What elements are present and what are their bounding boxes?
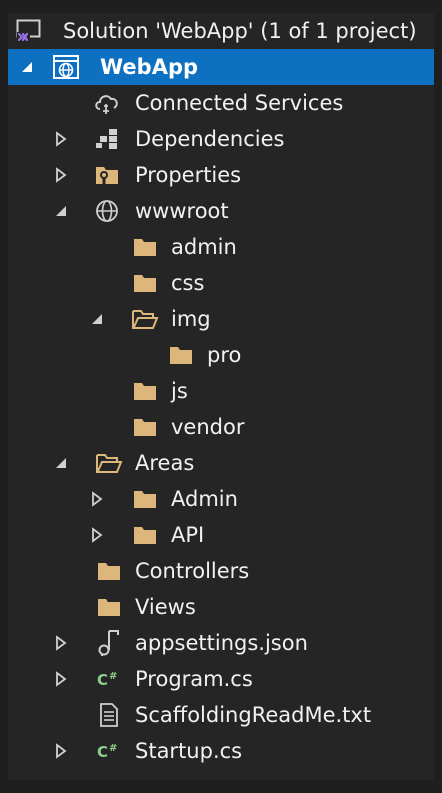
tree-row-pro[interactable]: pro	[8, 337, 434, 373]
controllers-folder-label: Controllers	[135, 559, 250, 583]
expanded-arrow-icon[interactable]	[50, 445, 72, 481]
css-folder-label: css	[171, 271, 205, 295]
solution-icon	[14, 13, 44, 49]
csharp-file-icon: C #	[94, 661, 124, 697]
folder-icon	[130, 481, 160, 517]
tree-row-admin[interactable]: admin	[8, 229, 434, 265]
svg-text:C: C	[97, 671, 108, 689]
collapsed-arrow-icon[interactable]	[50, 733, 72, 769]
api-folder-label: API	[171, 523, 205, 547]
connected-services-icon	[92, 85, 122, 121]
wwwroot-label: wwwroot	[135, 199, 229, 223]
folder-icon	[130, 373, 160, 409]
json-file-icon	[94, 625, 124, 661]
img-folder-label: img	[171, 307, 211, 331]
views-folder-label: Views	[135, 595, 196, 619]
folder-icon	[94, 553, 124, 589]
collapsed-arrow-icon[interactable]	[86, 517, 108, 553]
areas-folder-label: Areas	[135, 451, 195, 475]
folder-icon	[130, 229, 160, 265]
tree-row-project-webapp[interactable]: WebApp	[8, 49, 434, 85]
appsettings-label: appsettings.json	[135, 631, 308, 655]
tree-row-program[interactable]: C # Program.cs	[8, 661, 434, 697]
properties-folder-icon	[92, 157, 122, 193]
tree-row-appsettings[interactable]: appsettings.json	[8, 625, 434, 661]
connected-services-label: Connected Services	[135, 91, 344, 115]
project-label: WebApp	[100, 55, 199, 79]
folder-icon	[130, 265, 160, 301]
folder-icon	[130, 409, 160, 445]
text-file-icon	[94, 697, 124, 733]
tree-row-vendor[interactable]: vendor	[8, 409, 434, 445]
collapsed-arrow-icon[interactable]	[50, 625, 72, 661]
tree-row-img[interactable]: img	[8, 301, 434, 337]
web-project-icon	[51, 49, 81, 85]
tree-row-wwwroot[interactable]: wwwroot	[8, 193, 434, 229]
svg-text:#: #	[109, 743, 117, 754]
tree-row-connected-services[interactable]: Connected Services	[8, 85, 434, 121]
tree-row-dependencies[interactable]: Dependencies	[8, 121, 434, 157]
collapsed-arrow-icon[interactable]	[50, 661, 72, 697]
js-folder-label: js	[171, 379, 188, 403]
tree-row-properties[interactable]: Properties	[8, 157, 434, 193]
solution-label: Solution 'WebApp' (1 of 1 project)	[63, 19, 417, 43]
tree-row-scaffolding-readme[interactable]: ScaffoldingReadMe.txt	[8, 697, 434, 733]
tree-row-controllers[interactable]: Controllers	[8, 553, 434, 589]
open-folder-icon	[94, 445, 124, 481]
scaffolding-readme-label: ScaffoldingReadMe.txt	[135, 703, 372, 727]
expanded-arrow-icon[interactable]	[50, 193, 72, 229]
vendor-folder-label: vendor	[171, 415, 245, 439]
tree-row-solution[interactable]: Solution 'WebApp' (1 of 1 project)	[8, 13, 434, 49]
folder-icon	[130, 517, 160, 553]
folder-icon	[166, 337, 196, 373]
tree-row-api[interactable]: API	[8, 517, 434, 553]
globe-icon	[92, 193, 122, 229]
admin-folder-label: admin	[171, 235, 237, 259]
tree-row-areas[interactable]: Areas	[8, 445, 434, 481]
startup-cs-label: Startup.cs	[135, 739, 243, 763]
tree-row-css[interactable]: css	[8, 265, 434, 301]
tree-row-js[interactable]: js	[8, 373, 434, 409]
expanded-arrow-icon[interactable]	[86, 301, 108, 337]
properties-label: Properties	[135, 163, 242, 187]
pro-folder-label: pro	[207, 343, 242, 367]
expanded-arrow-icon[interactable]	[16, 49, 38, 85]
tree-row-views[interactable]: Views	[8, 589, 434, 625]
collapsed-arrow-icon[interactable]	[50, 157, 72, 193]
program-cs-label: Program.cs	[135, 667, 253, 691]
solution-explorer-tree: Solution 'WebApp' (1 of 1 project) WebAp…	[8, 13, 434, 780]
svg-text:#: #	[109, 671, 117, 682]
dependencies-icon	[92, 121, 122, 157]
csharp-file-icon: C #	[94, 733, 124, 769]
tree-row-startup[interactable]: C # Startup.cs	[8, 733, 434, 769]
open-folder-icon	[130, 301, 160, 337]
areas-admin-folder-label: Admin	[171, 487, 238, 511]
dependencies-label: Dependencies	[135, 127, 285, 151]
svg-text:C: C	[97, 743, 108, 761]
tree-row-areas-admin[interactable]: Admin	[8, 481, 434, 517]
folder-icon	[94, 589, 124, 625]
collapsed-arrow-icon[interactable]	[86, 481, 108, 517]
collapsed-arrow-icon[interactable]	[50, 121, 72, 157]
